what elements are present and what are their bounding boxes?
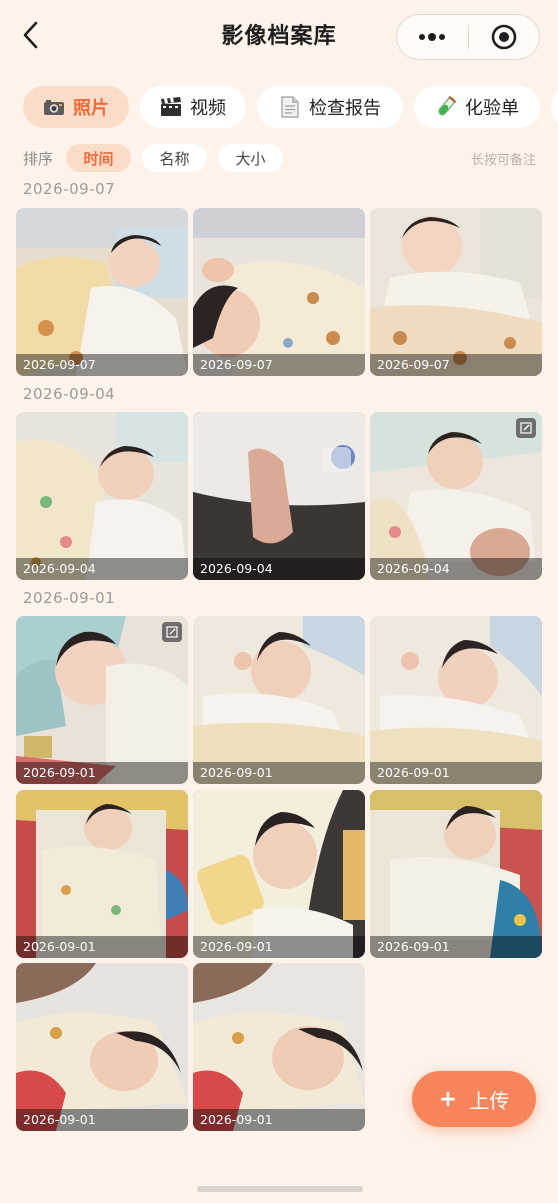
clapper-icon [160, 96, 182, 118]
tab-lab-results[interactable]: 化验单 [414, 86, 540, 128]
test-tube-icon [435, 96, 457, 118]
date-group-header: 2026-09-04 [23, 385, 116, 403]
home-indicator [197, 1186, 363, 1192]
date-group-header: 2026-09-01 [23, 589, 116, 607]
sort-option-name[interactable]: 名称 [142, 144, 207, 172]
long-press-hint: 长按可备注 [470, 153, 536, 168]
photo-date-caption: 2026-09-01 [193, 936, 365, 958]
baby-photo [193, 963, 365, 1131]
more-dots-icon [419, 33, 446, 41]
photo-thumbnail[interactable]: 2026-09-01 [370, 616, 542, 784]
photo-thumbnail[interactable]: 2026-09-01 [193, 963, 365, 1131]
note-edit-badge-icon [516, 418, 536, 438]
photo-thumbnail[interactable]: 2026-09-01 [193, 616, 365, 784]
photo-thumbnail[interactable]: 2026-09-04 [16, 412, 188, 580]
photo-date-caption: 2026-09-04 [370, 558, 542, 580]
camera-icon [43, 96, 65, 118]
baby-photo [16, 963, 188, 1131]
photo-date-caption: 2026-09-04 [193, 558, 365, 580]
sort-label: 排序 [23, 150, 54, 168]
baby-photo [370, 208, 542, 376]
photo-thumbnail[interactable]: 2026-09-01 [370, 790, 542, 958]
baby-photo [16, 412, 188, 580]
tab-videos[interactable]: 视频 [140, 86, 246, 128]
photo-date-caption: 2026-09-01 [193, 1109, 365, 1131]
sort-bar: 排序 时间 名称 大小 长按可备注 [0, 143, 558, 173]
baby-photo [370, 616, 542, 784]
plus-icon: + [438, 1086, 458, 1112]
photo-date-caption: 2026-09-01 [16, 762, 188, 784]
photo-date-caption: 2026-09-07 [16, 354, 188, 376]
baby-photo [370, 790, 542, 958]
photo-thumbnail[interactable]: 2026-09-07 [370, 208, 542, 376]
tab-label: 化验单 [465, 98, 519, 119]
category-tabs: 照片 视频 检查报告 化验单 [0, 86, 558, 130]
tab-label: 视频 [190, 98, 226, 119]
photo-date-caption: 2026-09-01 [370, 936, 542, 958]
baby-photo [193, 616, 365, 784]
photo-thumbnail[interactable]: 2026-09-01 [193, 790, 365, 958]
close-button[interactable] [469, 15, 540, 59]
note-edit-badge-icon [162, 622, 182, 642]
tab-label: 检查报告 [309, 98, 381, 119]
photo-date-caption: 2026-09-07 [370, 354, 542, 376]
photo-date-caption: 2026-09-07 [193, 354, 365, 376]
photo-date-caption: 2026-09-01 [193, 762, 365, 784]
photo-thumbnail[interactable]: 2026-09-01 [16, 963, 188, 1131]
photo-thumbnail[interactable]: 2026-09-04 [193, 412, 365, 580]
tab-more[interactable] [551, 86, 558, 128]
mini-program-capsule [396, 14, 540, 60]
more-button[interactable] [397, 15, 468, 59]
photo-date-caption: 2026-09-01 [16, 936, 188, 958]
sort-option-time[interactable]: 时间 [66, 144, 131, 172]
photo-thumbnail[interactable]: 2026-09-04 [370, 412, 542, 580]
photo-date-caption: 2026-09-01 [370, 762, 542, 784]
baby-photo [16, 616, 188, 784]
tab-label: 照片 [73, 98, 109, 119]
baby-photo [193, 790, 365, 958]
sort-option-size[interactable]: 大小 [218, 144, 283, 172]
photo-thumbnail[interactable]: 2026-09-01 [16, 616, 188, 784]
baby-photo [16, 790, 188, 958]
upload-label: 上传 [469, 1088, 510, 1113]
photo-thumbnail[interactable]: 2026-09-07 [16, 208, 188, 376]
upload-button[interactable]: + 上传 [412, 1071, 536, 1127]
photo-date-caption: 2026-09-01 [16, 1109, 188, 1131]
photo-date-caption: 2026-09-04 [16, 558, 188, 580]
baby-photo [16, 208, 188, 376]
tab-reports[interactable]: 检查报告 [257, 86, 403, 128]
baby-photo [370, 412, 542, 580]
document-icon [279, 96, 301, 118]
photo-thumbnail[interactable]: 2026-09-01 [16, 790, 188, 958]
nav-bar: 影像档案库 [0, 0, 558, 72]
target-close-icon [491, 24, 517, 50]
tab-photos[interactable]: 照片 [23, 86, 129, 128]
date-group-header: 2026-09-07 [23, 180, 116, 198]
photo-thumbnail[interactable]: 2026-09-07 [193, 208, 365, 376]
baby-photo [193, 208, 365, 376]
baby-photo [193, 412, 365, 580]
